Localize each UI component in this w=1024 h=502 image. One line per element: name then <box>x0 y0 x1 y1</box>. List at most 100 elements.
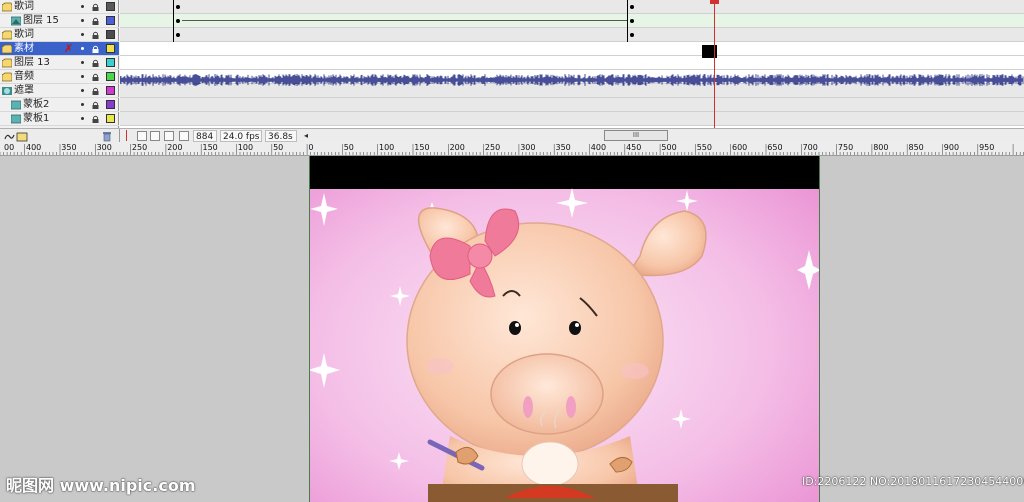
lock-icon[interactable] <box>92 73 99 81</box>
lock-icon[interactable] <box>92 59 99 67</box>
frame-row-layer-8[interactable] <box>120 112 1024 126</box>
work-area <box>0 156 1024 502</box>
ruler-tick-label: 100 <box>237 143 254 152</box>
stage-canvas[interactable] <box>309 156 820 502</box>
playhead-handle[interactable] <box>710 0 719 4</box>
ruler-tick-label: 50 <box>343 143 354 152</box>
lock-icon[interactable] <box>92 115 99 123</box>
layer-color-box[interactable] <box>106 114 115 123</box>
ruler-tick-label: 400 <box>590 143 607 152</box>
layer-color-box[interactable] <box>106 16 115 25</box>
keyframe-dot[interactable] <box>176 33 180 37</box>
frame-row-layer-1[interactable] <box>120 14 1024 28</box>
current-frame: 884 <box>193 130 217 142</box>
layer-row[interactable]: 遮罩 <box>0 84 119 98</box>
ruler-tick-label: 100 <box>379 143 395 152</box>
ruler-tick-label: 150 <box>414 143 430 152</box>
left-eye <box>509 321 521 335</box>
eye-dot-icon[interactable] <box>81 5 84 8</box>
layer-color-box[interactable] <box>106 58 115 67</box>
layer-color-box[interactable] <box>106 2 115 11</box>
ruler-tick-label: 300 <box>96 143 112 152</box>
layer-row[interactable]: 歌词 <box>0 0 119 14</box>
frame-row-layer-7[interactable] <box>120 98 1024 112</box>
frame-rate: 24.0 fps <box>220 130 262 142</box>
center-frame-icon[interactable] <box>126 130 127 141</box>
onion-skin-icon[interactable] <box>137 131 147 141</box>
layer-name: 歌词 <box>14 1 34 12</box>
eye-dot-icon[interactable] <box>81 103 84 106</box>
pencil-x-icon[interactable]: ✗ <box>64 43 73 55</box>
onion-outline-icon[interactable] <box>150 131 160 141</box>
mask-layer-icon <box>2 87 12 95</box>
keyframe-marker[interactable] <box>173 0 174 14</box>
ruler-tick-label: 750 <box>837 143 854 152</box>
layer-color-box[interactable] <box>106 72 115 81</box>
eye-dot-icon[interactable] <box>81 19 84 22</box>
frame-row-layer-0[interactable] <box>120 0 1024 14</box>
lock-icon[interactable] <box>92 45 99 53</box>
folder-icon <box>2 72 12 82</box>
eye-dot-icon[interactable] <box>81 47 84 50</box>
frame-row-layer-4[interactable] <box>120 56 1024 70</box>
frames-grid[interactable] <box>120 0 1024 128</box>
eye-dot-icon[interactable] <box>81 61 84 64</box>
layer-row[interactable]: 素材 ✗ <box>0 42 119 56</box>
trash-icon[interactable] <box>102 130 112 142</box>
modify-markers-icon[interactable] <box>179 131 189 141</box>
frame-row-layer-2[interactable] <box>120 28 1024 42</box>
keyframe-marker[interactable] <box>627 14 628 28</box>
layer-row[interactable]: 歌词 <box>0 28 119 42</box>
ruler-tick-label: 00 <box>4 143 15 152</box>
layer-color-box[interactable] <box>106 86 115 95</box>
layer-color-box[interactable] <box>106 44 115 53</box>
ruler-tick-label: 250 <box>131 143 148 152</box>
elapsed-time: 36.8s <box>265 130 297 142</box>
eye-dot-icon[interactable] <box>81 89 84 92</box>
layer-row[interactable]: 蒙板1 <box>0 112 119 126</box>
horizontal-scrollbar-thumb[interactable]: III <box>604 130 668 141</box>
ruler-tick-label: 450 <box>626 143 642 152</box>
layer-row[interactable]: 图层 13 <box>0 56 119 70</box>
left-nostril <box>523 396 533 418</box>
watermark-id: ID:2206122 NO:20180116172304544000 <box>802 475 1024 488</box>
layer-row[interactable]: 音频 <box>0 70 119 84</box>
ruler-tick-label: 950 <box>979 143 995 152</box>
layer-row[interactable]: 蒙板2 <box>0 98 119 112</box>
lock-icon[interactable] <box>92 3 99 11</box>
keyframe-marker[interactable] <box>627 0 628 14</box>
audio-waveform <box>120 74 1024 86</box>
eye-dot-icon[interactable] <box>81 75 84 78</box>
frame-row-layer-3[interactable] <box>120 42 1024 56</box>
ruler-tick-label: 0 <box>308 143 314 152</box>
layer-name: 图层 15 <box>23 15 59 26</box>
scroll-left-arrow-icon[interactable]: ◂ <box>304 131 308 140</box>
keyframe-marker[interactable] <box>173 14 174 28</box>
keyframe-dot[interactable] <box>630 19 634 23</box>
layer-color-box[interactable] <box>106 30 115 39</box>
playhead-line[interactable] <box>714 0 715 128</box>
eye-dot-icon[interactable] <box>81 33 84 36</box>
ruler-tick-label: 250 <box>484 143 501 152</box>
lock-icon[interactable] <box>92 101 99 109</box>
keyframe-marker[interactable] <box>173 28 174 42</box>
keyframe-dot[interactable] <box>176 5 180 9</box>
eye-dot-icon[interactable] <box>81 117 84 120</box>
layer-color-box[interactable] <box>106 100 115 109</box>
horizontal-ruler: 00 400 350 300 250 200 150 100 50 0 50 100 150 200 250… <box>0 142 1024 156</box>
ruler-tick-label: 600 <box>732 143 748 152</box>
keyframe-marker[interactable] <box>627 28 628 42</box>
edit-multiple-frames-icon[interactable] <box>164 131 174 141</box>
lock-icon[interactable] <box>92 31 99 39</box>
keyframe-dot[interactable] <box>630 5 634 9</box>
ruler-ticks <box>0 144 1024 155</box>
lock-icon[interactable] <box>92 87 99 95</box>
keyframe-dot[interactable] <box>630 33 634 37</box>
lock-icon[interactable] <box>92 17 99 25</box>
add-layer-icon[interactable] <box>3 131 29 142</box>
ruler-tick-label: 400 <box>26 143 42 152</box>
pig-snout <box>490 353 604 435</box>
divider <box>119 129 120 143</box>
layer-row[interactable]: 图层 15 <box>0 14 119 28</box>
keyframe-dot[interactable] <box>176 19 180 23</box>
